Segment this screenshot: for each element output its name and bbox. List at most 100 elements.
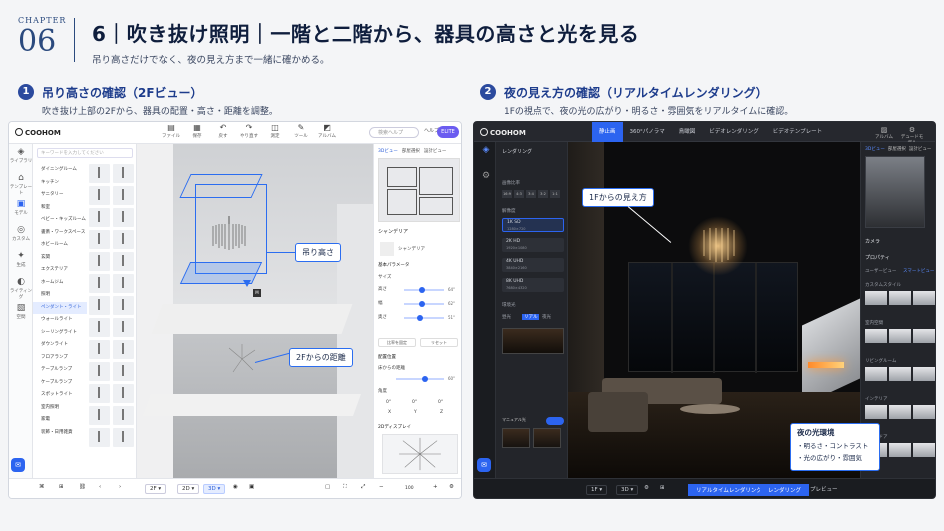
aspect-ratio-option[interactable]: 4:3 <box>514 190 524 198</box>
product-thumbnail[interactable] <box>113 164 134 183</box>
catalog-category[interactable]: 室内照明 <box>33 402 87 415</box>
toolbar-button[interactable]: ↷ やり直す <box>239 124 259 140</box>
catalog-category[interactable]: フロアランプ <box>33 352 87 365</box>
preset-thumbnail[interactable] <box>913 329 935 343</box>
preset-thumbnail[interactable] <box>889 443 911 457</box>
smart-view-tab[interactable]: スマートビュー <box>903 268 934 274</box>
size-slider[interactable] <box>404 315 444 321</box>
catalog-category[interactable]: ベビー・キッズルーム <box>33 214 87 227</box>
catalog-search-input[interactable]: キーワードを入力してください <box>37 148 133 158</box>
grid-icon[interactable]: ⊞ <box>660 485 665 491</box>
product-thumbnail[interactable] <box>113 318 134 337</box>
help-search-input[interactable]: 検索ヘルプ <box>369 127 419 138</box>
product-thumbnail[interactable] <box>113 296 134 315</box>
catalog-category[interactable]: キッチン <box>33 177 87 190</box>
next-icon[interactable]: › <box>119 484 121 490</box>
resolution-option[interactable]: 8K UHD 7680×4320 <box>502 278 564 292</box>
render-tab[interactable]: 静止画 <box>592 122 623 142</box>
preset-thumbnail[interactable] <box>865 291 887 305</box>
rail-item[interactable]: ◎ カスタム <box>9 222 33 248</box>
slider-knob[interactable] <box>419 287 425 293</box>
catalog-category[interactable]: サニタリー <box>33 189 87 202</box>
scene-thumbnail[interactable] <box>502 428 530 448</box>
3d-viewport-2f[interactable]: M 吊り高さ 2Fからの距離 <box>137 144 373 478</box>
measure-tag[interactable]: M <box>253 289 261 297</box>
3d-mode-button[interactable]: 3D ▾ <box>616 485 639 495</box>
rail-item[interactable]: ▣ モデル <box>9 196 33 222</box>
preset-thumbnail[interactable] <box>865 367 887 381</box>
lock-ratio-button[interactable]: 比率を固定 <box>378 338 416 347</box>
fullscreen-icon[interactable]: ⤢ <box>361 484 365 491</box>
preset-thumbnail[interactable] <box>913 405 935 419</box>
catalog-category[interactable]: 装飾・日用雑貨 <box>33 427 87 440</box>
product-thumbnail[interactable] <box>89 252 110 271</box>
preset-thumbnail[interactable] <box>889 329 911 343</box>
toolbar-button[interactable]: ▤ ファイル <box>161 124 181 140</box>
catalog-category[interactable]: ペンダント・ライト <box>33 301 87 314</box>
slider-knob[interactable] <box>421 376 428 382</box>
toolbar-button[interactable]: ▦ 保存 <box>187 124 207 140</box>
view-tab[interactable]: 3Dビュー <box>378 149 398 154</box>
preset-thumbnail[interactable] <box>913 443 935 457</box>
product-thumbnail[interactable] <box>89 318 110 337</box>
realtime-render-button[interactable]: リアルタイムレンダリング <box>688 484 770 496</box>
camera-preview[interactable] <box>865 156 925 228</box>
floor-distance-slider[interactable] <box>396 376 444 382</box>
user-view-tab[interactable]: ユーザービュー <box>865 268 896 274</box>
preview-button[interactable]: プレビュー <box>810 485 838 493</box>
lighting-option[interactable]: 昼光 <box>502 314 511 320</box>
product-thumbnail[interactable] <box>89 428 110 447</box>
size-slider[interactable] <box>404 301 444 307</box>
album-button[interactable]: ▨ アルバム <box>872 126 896 140</box>
render-tab[interactable]: ビデオレンダリング <box>702 122 766 142</box>
product-thumbnail[interactable] <box>113 186 134 205</box>
view-tab[interactable]: 3Dビュー <box>865 147 885 152</box>
layers-icon[interactable]: ▣ <box>249 484 254 490</box>
rail-settings-icon[interactable]: ⚙ <box>474 168 498 194</box>
product-thumbnail[interactable] <box>113 384 134 403</box>
product-thumbnail[interactable] <box>89 406 110 425</box>
toolbar-button[interactable]: ✎ ツール <box>291 124 311 140</box>
catalog-category[interactable]: ホビールーム <box>33 239 87 252</box>
render-tab[interactable]: ビデオテンプレート <box>766 122 829 142</box>
product-thumbnail[interactable] <box>89 274 110 293</box>
product-thumbnail[interactable] <box>89 362 110 381</box>
slider-knob[interactable] <box>419 301 425 307</box>
catalog-category[interactable]: ウォールライト <box>33 314 87 327</box>
angle-value[interactable]: 0° <box>438 400 443 405</box>
view-tab[interactable]: 部屋選択 <box>402 149 420 154</box>
chat-icon[interactable]: ✉ <box>477 458 491 472</box>
lighting-option[interactable]: 夜光 <box>542 314 551 320</box>
toggle-switch[interactable] <box>546 417 564 425</box>
product-thumbnail[interactable] <box>113 428 134 447</box>
catalog-category[interactable]: 玄関 <box>33 252 87 265</box>
rail-item[interactable]: ◐ ライティング <box>9 274 33 300</box>
resolution-option[interactable]: 1K SD 1280×720 <box>502 218 564 232</box>
product-thumbnail[interactable] <box>89 340 110 359</box>
camera-icon[interactable]: ▢ <box>325 484 330 490</box>
size-slider[interactable] <box>404 287 444 293</box>
product-thumbnail[interactable] <box>89 384 110 403</box>
angle-value[interactable]: 0° <box>386 400 391 405</box>
render-tab[interactable]: 360°パノラマ <box>623 122 672 142</box>
eye-icon[interactable]: ◉ <box>233 484 238 490</box>
product-thumbnail[interactable] <box>89 230 110 249</box>
preset-thumbnail[interactable] <box>913 291 935 305</box>
product-thumbnail[interactable] <box>113 406 134 425</box>
view-tab[interactable]: 部屋選択 <box>888 147 906 152</box>
aspect-ratio-option[interactable]: 3:2 <box>538 190 548 198</box>
aspect-ratio-option[interactable]: 16:9 <box>502 190 512 198</box>
3d-mode-button[interactable]: 3D ▾ <box>203 484 226 494</box>
undo-icon[interactable]: ⌘ <box>39 484 45 490</box>
view-tab[interactable]: 設計ビュー <box>424 149 447 154</box>
resolution-option[interactable]: 2K HD 1920×1080 <box>502 238 564 252</box>
catalog-category[interactable]: 書斎・ワークスペース <box>33 227 87 240</box>
product-thumbnail[interactable] <box>113 362 134 381</box>
catalog-category[interactable]: ダウンライト <box>33 339 87 352</box>
view-tab[interactable]: 設計ビュー <box>909 147 932 152</box>
manual-light-toggle[interactable]: マニュアル光 <box>502 417 564 425</box>
render-button[interactable]: レンダリング <box>760 484 810 496</box>
product-thumbnail[interactable] <box>113 274 134 293</box>
toolbar-button[interactable]: ◫ 測定 <box>265 124 285 140</box>
2d-mode-button[interactable]: 2D ▾ <box>177 484 200 494</box>
